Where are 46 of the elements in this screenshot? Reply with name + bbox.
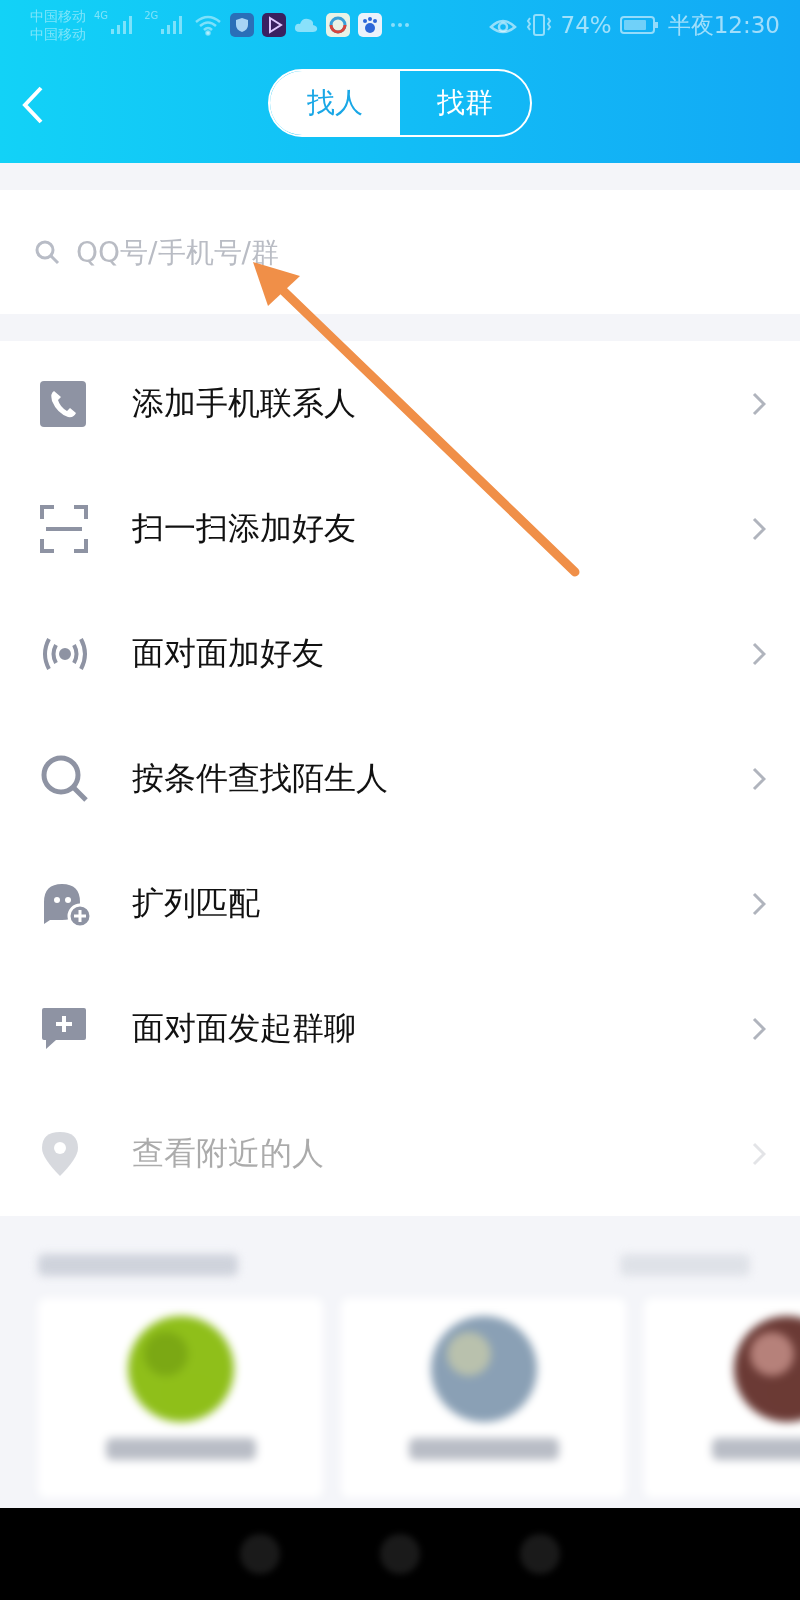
wifi-icon	[194, 14, 223, 36]
menu-label: 查看附近的人	[132, 1132, 325, 1174]
chevron-icon	[752, 391, 766, 416]
vibrate-icon	[524, 13, 553, 37]
more-icon	[390, 22, 411, 28]
menu-label: 扩列匹配	[132, 882, 261, 924]
battery-percent: 74%	[560, 12, 612, 38]
menu-label: 添加手机联系人	[132, 382, 357, 424]
chevron-icon	[752, 766, 766, 791]
search-icon	[40, 753, 90, 804]
search-field[interactable]: QQ号/手机号/群	[74, 234, 766, 270]
chevron-icon	[752, 641, 766, 666]
chevron-icon	[752, 1141, 766, 1166]
battery-icon	[619, 15, 660, 35]
search-icon	[34, 239, 60, 265]
nav-button[interactable]	[380, 1534, 420, 1574]
menu-label: 扫一扫添加好友	[132, 507, 357, 549]
shield-app-icon	[230, 13, 255, 37]
chevron-icon	[752, 891, 766, 916]
news-app-icon	[326, 13, 351, 37]
menu-item[interactable]: 面对面加好友	[0, 591, 800, 716]
menu-label: 面对面发起群聊	[132, 1007, 357, 1049]
back-icon[interactable]	[22, 86, 44, 124]
clock: 半夜12:30	[667, 10, 780, 40]
menu-item[interactable]: 扫一扫添加好友	[0, 466, 800, 591]
phone-icon	[40, 380, 86, 427]
carrier-name: 中国移动	[30, 7, 86, 25]
network-type: 4G	[94, 10, 109, 21]
scan-icon	[40, 504, 88, 553]
chevron-icon	[752, 516, 766, 541]
nav-button[interactable]	[240, 1534, 280, 1574]
menu-item[interactable]: 按条件查找陌生人	[0, 716, 800, 841]
paw-app-icon	[358, 13, 383, 37]
cloud-icon	[294, 17, 319, 33]
location-icon	[40, 1129, 80, 1178]
menu-label: 面对面加好友	[132, 632, 325, 674]
chat-plus-icon	[40, 1005, 88, 1052]
carrier-name: 中国移动	[30, 25, 86, 43]
chevron-icon	[752, 1016, 766, 1041]
video-app-icon	[262, 13, 287, 37]
menu-item[interactable]: 扩列匹配	[0, 841, 800, 966]
menu-item[interactable]: 添加手机联系人	[0, 341, 800, 466]
menu-label: 按条件查找陌生人	[132, 757, 389, 799]
nav-button[interactable]	[520, 1534, 560, 1574]
menu-item[interactable]: 面对面发起群聊	[0, 966, 800, 1091]
network-type: 2G	[144, 10, 159, 21]
